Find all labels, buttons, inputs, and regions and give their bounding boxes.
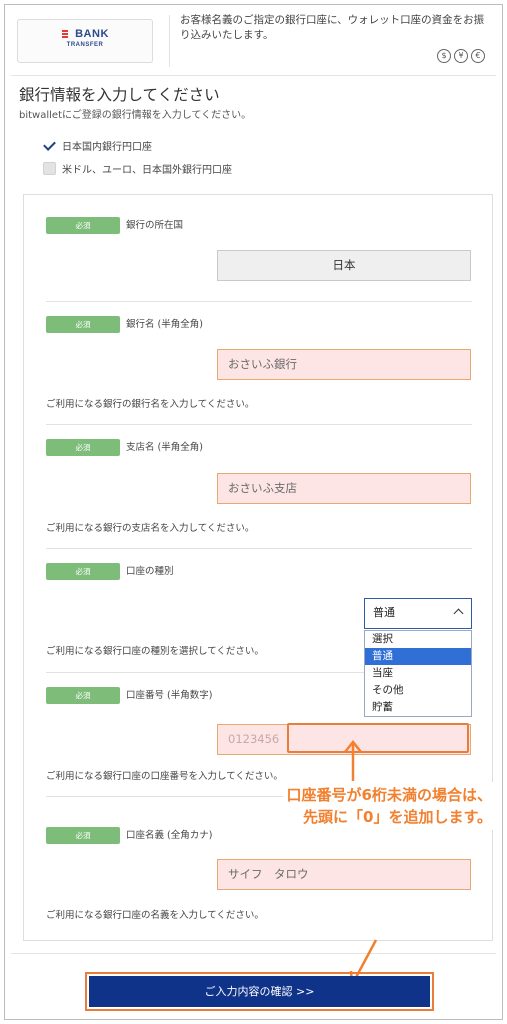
confirm-button-highlight: ご入力内容の確認 >> (85, 972, 434, 1011)
annotation-line-1: 口座番号が6桁未満の場合は、 (286, 786, 492, 804)
confirm-button[interactable]: ご入力内容の確認 >> (89, 976, 430, 1007)
up-arrow-icon (344, 739, 362, 781)
annotation-note: 口座番号が6桁未満の場合は、 先頭に「0」を追加します。 (282, 782, 496, 830)
annotation-line-2: 先頭に「0」を追加します。 (303, 808, 492, 826)
app-frame: BANK TRANSFER お客様名義のご指定の銀行口座に、ウォレット口座の資金… (4, 4, 503, 1020)
annotation-arrows (344, 739, 378, 988)
